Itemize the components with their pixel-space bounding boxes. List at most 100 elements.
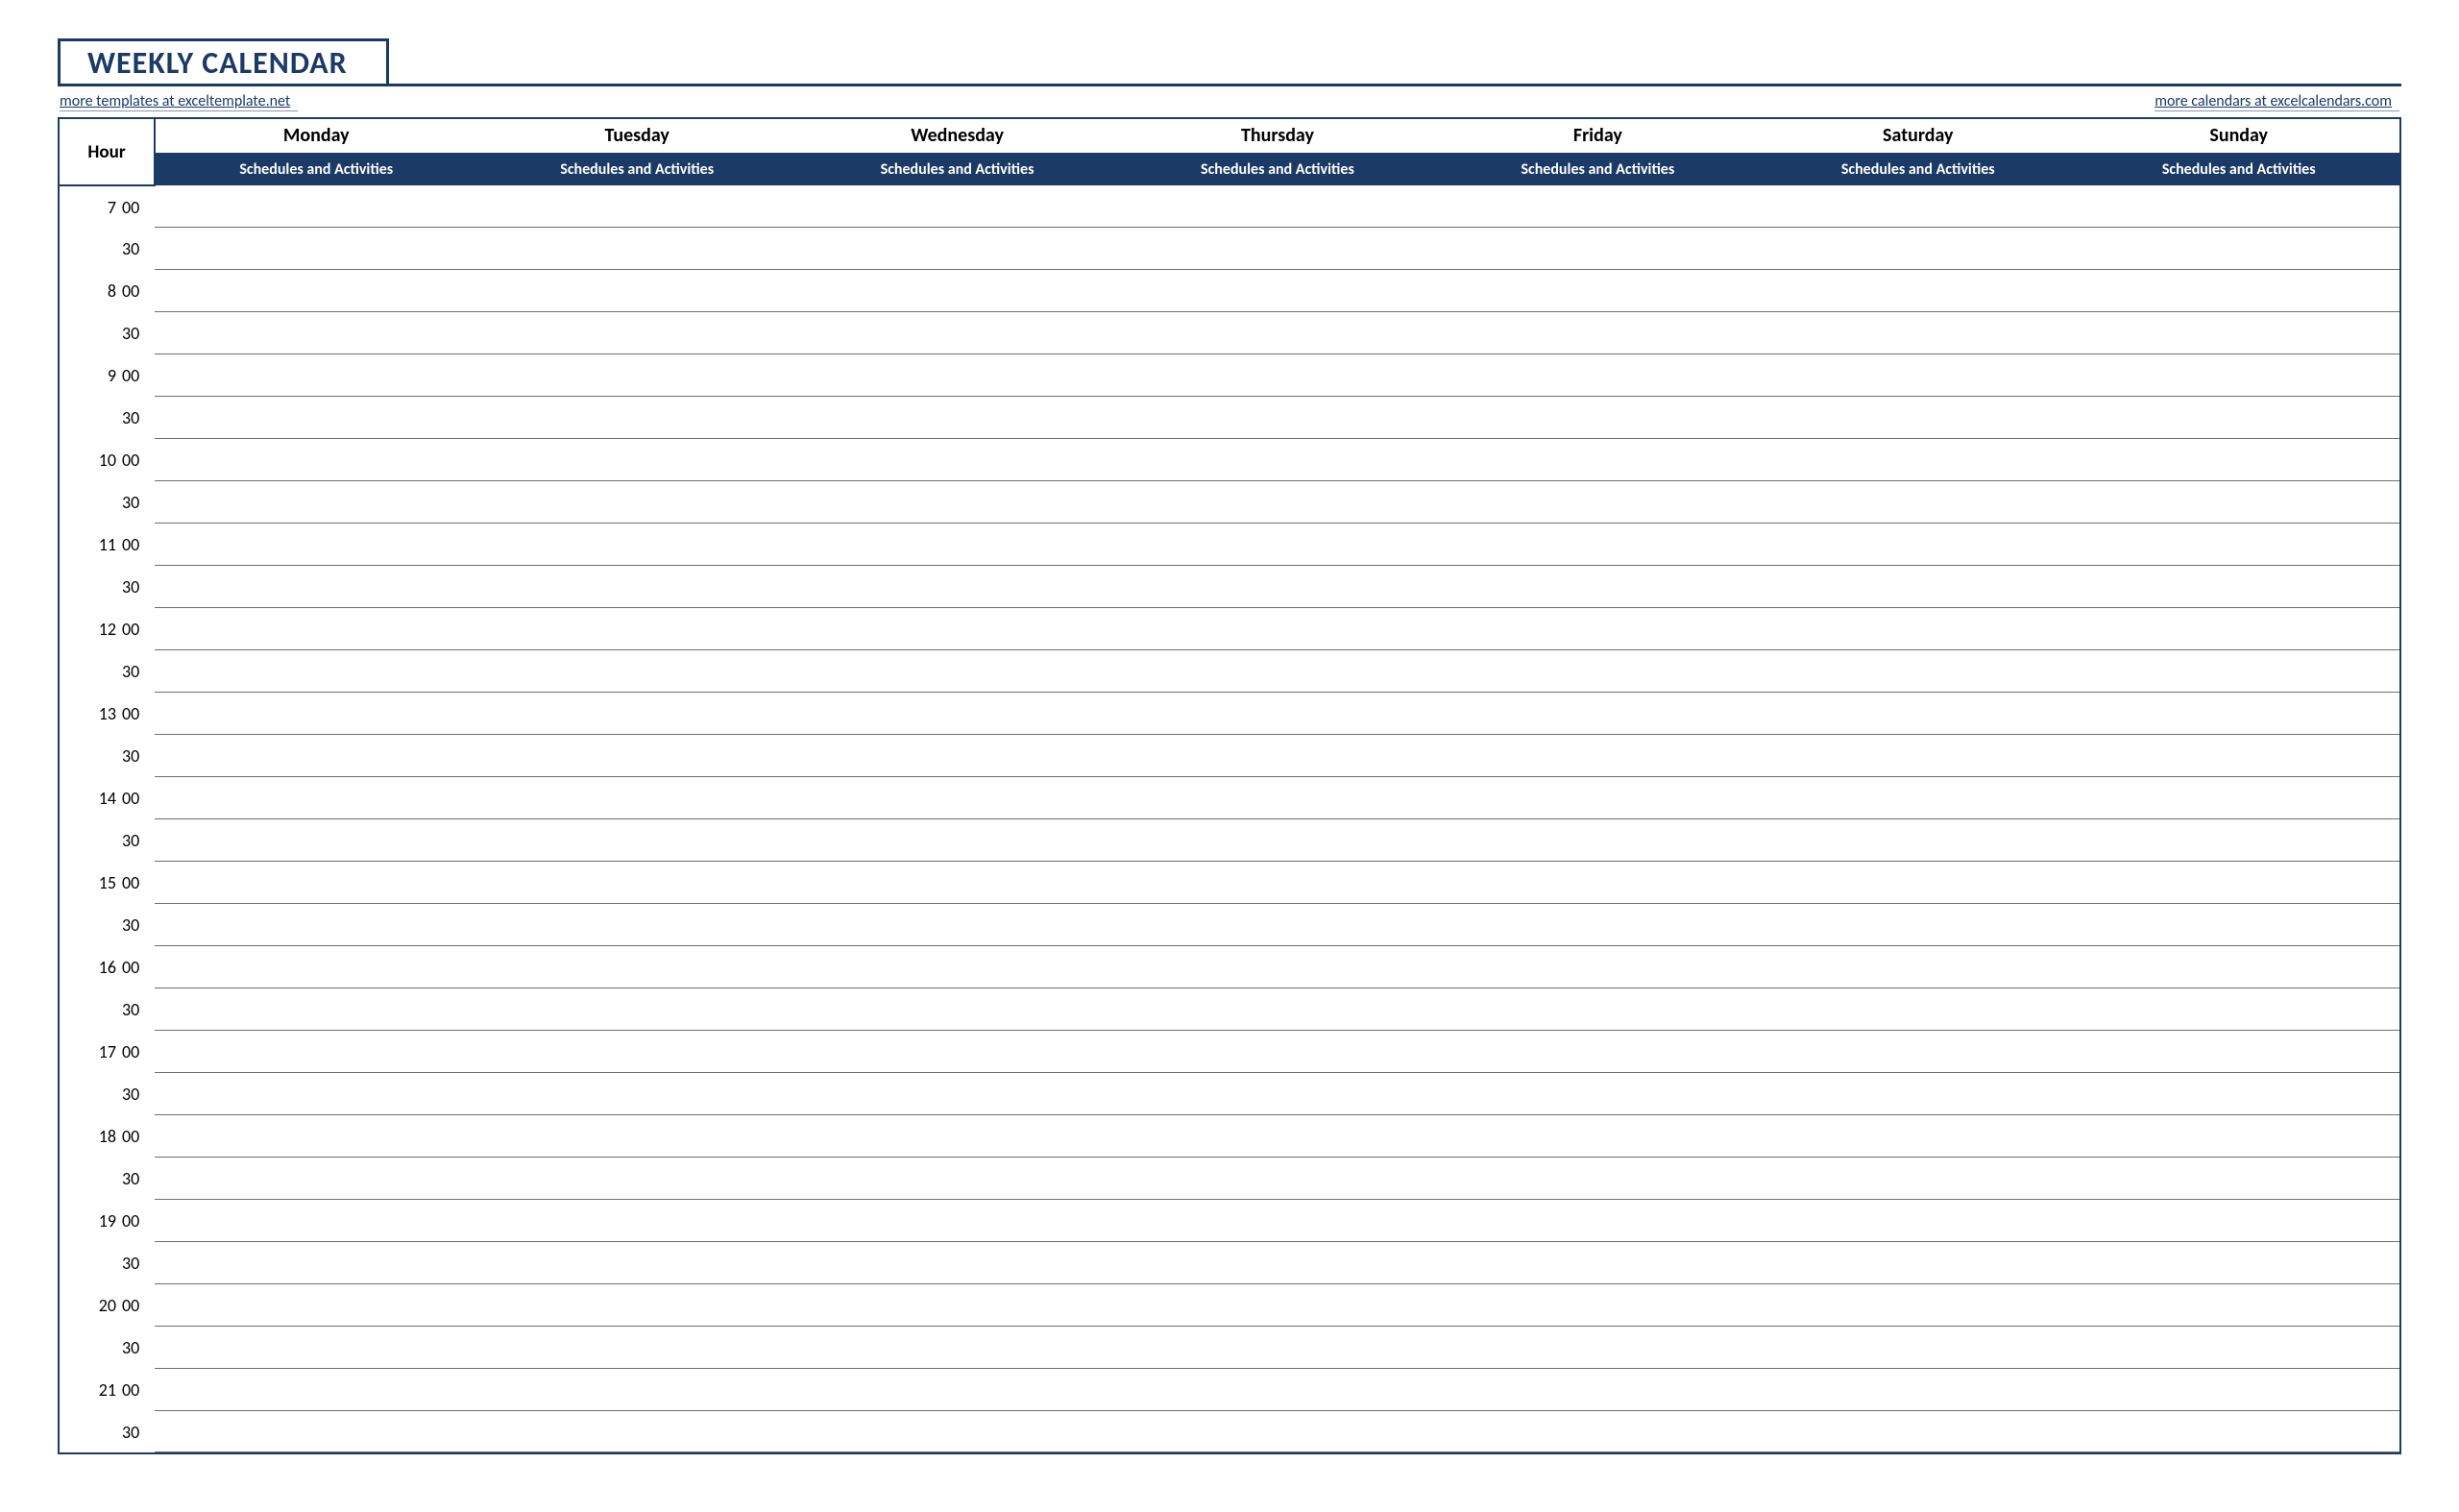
schedule-cell[interactable] — [797, 1369, 1117, 1411]
schedule-cell[interactable] — [1758, 439, 2078, 481]
schedule-cell[interactable] — [2078, 777, 2400, 819]
schedule-cell[interactable] — [1117, 312, 1437, 354]
schedule-cell[interactable] — [1438, 1115, 1758, 1158]
schedule-cell[interactable] — [797, 735, 1117, 777]
schedule-cell[interactable] — [1438, 439, 1758, 481]
schedule-cell[interactable] — [476, 566, 796, 608]
schedule-cell[interactable] — [1117, 228, 1437, 270]
schedule-cell[interactable] — [2078, 439, 2400, 481]
schedule-cell[interactable] — [797, 988, 1117, 1031]
schedule-cell[interactable] — [1438, 1284, 1758, 1327]
schedule-cell[interactable] — [797, 1073, 1117, 1115]
schedule-cell[interactable] — [2078, 1369, 2400, 1411]
schedule-cell[interactable] — [1438, 312, 1758, 354]
schedule-cell[interactable] — [797, 693, 1117, 735]
schedule-cell[interactable] — [1758, 1200, 2078, 1242]
schedule-cell[interactable] — [155, 1369, 476, 1411]
schedule-cell[interactable] — [155, 1411, 476, 1453]
schedule-cell[interactable] — [1438, 1031, 1758, 1073]
schedule-cell[interactable] — [797, 312, 1117, 354]
schedule-cell[interactable] — [476, 946, 796, 988]
schedule-cell[interactable] — [1438, 650, 1758, 693]
schedule-cell[interactable] — [2078, 524, 2400, 566]
schedule-cell[interactable] — [1438, 397, 1758, 439]
schedule-cell[interactable] — [1758, 735, 2078, 777]
schedule-cell[interactable] — [2078, 988, 2400, 1031]
schedule-cell[interactable] — [1117, 1158, 1437, 1200]
schedule-cell[interactable] — [1117, 988, 1437, 1031]
schedule-cell[interactable] — [155, 862, 476, 904]
schedule-cell[interactable] — [155, 650, 476, 693]
schedule-cell[interactable] — [476, 819, 796, 862]
schedule-cell[interactable] — [2078, 270, 2400, 312]
schedule-cell[interactable] — [155, 1115, 476, 1158]
schedule-cell[interactable] — [476, 1200, 796, 1242]
schedule-cell[interactable] — [1438, 1158, 1758, 1200]
schedule-cell[interactable] — [2078, 228, 2400, 270]
schedule-cell[interactable] — [2078, 397, 2400, 439]
schedule-cell[interactable] — [797, 1411, 1117, 1453]
schedule-cell[interactable] — [1117, 693, 1437, 735]
schedule-cell[interactable] — [155, 1073, 476, 1115]
schedule-cell[interactable] — [155, 819, 476, 862]
schedule-cell[interactable] — [797, 1284, 1117, 1327]
schedule-cell[interactable] — [1438, 819, 1758, 862]
schedule-cell[interactable] — [1117, 862, 1437, 904]
schedule-cell[interactable] — [476, 1284, 796, 1327]
schedule-cell[interactable] — [476, 608, 796, 650]
schedule-cell[interactable] — [1758, 397, 2078, 439]
schedule-cell[interactable] — [1758, 1115, 2078, 1158]
schedule-cell[interactable] — [797, 862, 1117, 904]
schedule-cell[interactable] — [1438, 777, 1758, 819]
schedule-cell[interactable] — [2078, 735, 2400, 777]
schedule-cell[interactable] — [1117, 397, 1437, 439]
schedule-cell[interactable] — [476, 862, 796, 904]
schedule-cell[interactable] — [1438, 566, 1758, 608]
schedule-cell[interactable] — [797, 397, 1117, 439]
schedule-cell[interactable] — [797, 228, 1117, 270]
schedule-cell[interactable] — [797, 439, 1117, 481]
schedule-cell[interactable] — [2078, 481, 2400, 524]
schedule-cell[interactable] — [797, 1242, 1117, 1284]
schedule-cell[interactable] — [476, 693, 796, 735]
schedule-cell[interactable] — [476, 185, 796, 228]
schedule-cell[interactable] — [797, 1115, 1117, 1158]
schedule-cell[interactable] — [1117, 946, 1437, 988]
schedule-cell[interactable] — [797, 1327, 1117, 1369]
schedule-cell[interactable] — [1117, 1200, 1437, 1242]
schedule-cell[interactable] — [1438, 354, 1758, 397]
schedule-cell[interactable] — [797, 354, 1117, 397]
schedule-cell[interactable] — [797, 777, 1117, 819]
schedule-cell[interactable] — [476, 1411, 796, 1453]
schedule-cell[interactable] — [476, 777, 796, 819]
schedule-cell[interactable] — [2078, 693, 2400, 735]
schedule-cell[interactable] — [476, 270, 796, 312]
schedule-cell[interactable] — [1758, 524, 2078, 566]
schedule-cell[interactable] — [1758, 862, 2078, 904]
schedule-cell[interactable] — [1438, 735, 1758, 777]
link-more-calendars[interactable]: more calendars at excelcalendars.com — [2155, 92, 2399, 111]
schedule-cell[interactable] — [2078, 354, 2400, 397]
schedule-cell[interactable] — [1438, 946, 1758, 988]
schedule-cell[interactable] — [1117, 650, 1437, 693]
schedule-cell[interactable] — [1758, 819, 2078, 862]
schedule-cell[interactable] — [2078, 1200, 2400, 1242]
schedule-cell[interactable] — [1117, 904, 1437, 946]
schedule-cell[interactable] — [1758, 608, 2078, 650]
schedule-cell[interactable] — [1117, 1242, 1437, 1284]
schedule-cell[interactable] — [155, 1158, 476, 1200]
schedule-cell[interactable] — [155, 735, 476, 777]
schedule-cell[interactable] — [2078, 819, 2400, 862]
schedule-cell[interactable] — [2078, 862, 2400, 904]
schedule-cell[interactable] — [1438, 481, 1758, 524]
schedule-cell[interactable] — [2078, 1284, 2400, 1327]
schedule-cell[interactable] — [155, 1200, 476, 1242]
schedule-cell[interactable] — [1117, 1031, 1437, 1073]
schedule-cell[interactable] — [155, 904, 476, 946]
schedule-cell[interactable] — [2078, 1031, 2400, 1073]
schedule-cell[interactable] — [1438, 1200, 1758, 1242]
schedule-cell[interactable] — [797, 270, 1117, 312]
schedule-cell[interactable] — [1117, 735, 1437, 777]
schedule-cell[interactable] — [1438, 1369, 1758, 1411]
schedule-cell[interactable] — [1758, 270, 2078, 312]
